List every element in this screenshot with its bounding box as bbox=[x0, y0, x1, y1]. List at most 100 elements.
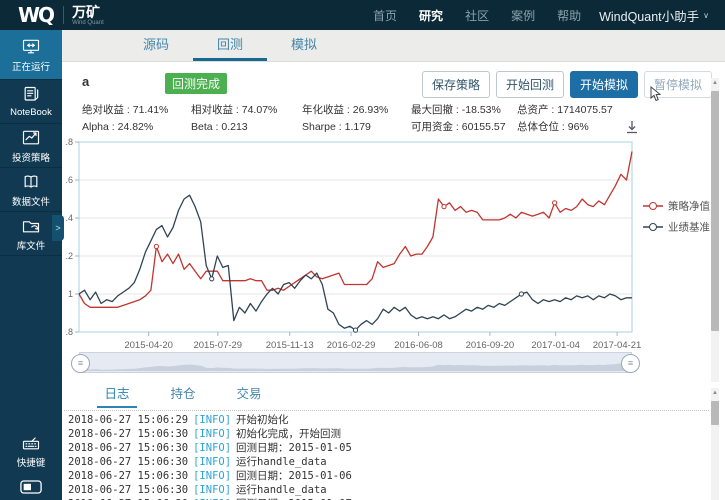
nav-item-研究[interactable]: 研究 bbox=[419, 7, 443, 24]
sidebar-item-label: 数据文件 bbox=[12, 194, 50, 208]
log-timestamp: 2018-06-27 15:06:30 bbox=[68, 456, 188, 468]
datazoom-brush[interactable]: ≡ ≡ bbox=[79, 352, 632, 373]
main-scroll-thumb[interactable] bbox=[711, 91, 719, 331]
stat-年化收益: 年化收益 : 26.93% bbox=[302, 102, 411, 119]
stats-row: Alpha : 24.82%Beta : 0.213Sharpe : 1.179… bbox=[82, 119, 697, 136]
assistant-label: WindQuant小助手 bbox=[599, 6, 699, 25]
log-timestamp: 2018-06-27 15:06:30 bbox=[68, 442, 188, 454]
bottom-tab-交易[interactable]: 交易 bbox=[229, 382, 269, 408]
scroll-up-icon[interactable]: ▲ bbox=[711, 388, 719, 398]
log-message: 回测日期：2015-01-05 bbox=[236, 442, 352, 454]
log-line: 2018-06-27 15:06:30[INFO]回测日期：2015-01-06 bbox=[68, 469, 708, 483]
sidebar: 正在运行NoteBook投资策略数据文件库文件 快捷键 bbox=[0, 30, 62, 500]
tab-回测[interactable]: 回测 bbox=[193, 30, 267, 61]
sidebar-collapse-handle[interactable]: > bbox=[52, 215, 64, 241]
暂停模拟-button: 暂停模拟 bbox=[644, 71, 712, 98]
topbar-nav: 首页 研究 社区 案例 帮助 bbox=[373, 7, 581, 24]
log-line: 2018-06-27 15:06:29 [INFO] 开始初始化 bbox=[68, 413, 708, 427]
svg-text:1: 1 bbox=[68, 289, 73, 299]
sidebar-item-快捷键[interactable]: 快捷键 bbox=[0, 429, 62, 472]
svg-text:1.8: 1.8 bbox=[65, 137, 73, 147]
legend-item-策略净值[interactable]: 策略净值 bbox=[643, 200, 710, 213]
stat-Alpha: Alpha : 24.82% bbox=[82, 119, 191, 136]
stat-相对收益: 相对收益 : 74.07% bbox=[191, 102, 302, 119]
logo-text: 万矿 Wind Quant bbox=[72, 5, 104, 26]
stat-Beta: Beta : 0.213 bbox=[191, 119, 302, 136]
开始回测-button[interactable]: 开始回测 bbox=[496, 71, 564, 98]
bottom-tabs: 日志持仓交易 bbox=[62, 382, 725, 408]
windquant-logo[interactable]: WQ bbox=[18, 3, 53, 27]
log-level-badge: [INFO] bbox=[193, 442, 231, 454]
strategy-name: a bbox=[82, 74, 89, 89]
sidebar-item-投资策略[interactable]: 投资策略 bbox=[0, 124, 62, 168]
toolbar-buttons: 保存策略开始回测开始模拟暂停模拟 bbox=[422, 71, 712, 98]
main-scrollbar[interactable]: ▲ bbox=[711, 78, 719, 382]
sidebar-item-label: 库文件 bbox=[17, 238, 46, 252]
保存策略-button[interactable]: 保存策略 bbox=[422, 71, 490, 98]
log-message: 初始化完成，开始回测 bbox=[236, 428, 341, 440]
sidebar-item-NoteBook[interactable]: NoteBook bbox=[0, 80, 62, 124]
svg-text:1.4: 1.4 bbox=[65, 213, 73, 223]
strategy-chart-icon bbox=[21, 128, 41, 148]
stats-grid: 绝对收益 : 71.41%相对收益 : 74.07%年化收益 : 26.93%最… bbox=[82, 102, 697, 136]
log-divider bbox=[64, 410, 709, 411]
log-message: 开始初始化 bbox=[236, 414, 289, 426]
log-level-badge: [INFO] bbox=[193, 484, 231, 496]
sidebar-item-正在运行[interactable]: 正在运行 bbox=[0, 30, 62, 80]
data-files-icon bbox=[21, 172, 41, 192]
stat-可用资金: 可用资金 : 60155.57 bbox=[411, 119, 517, 136]
stat-总体仓位: 总体仓位 : 96% bbox=[517, 119, 697, 136]
mini-screen-icon[interactable] bbox=[20, 480, 42, 494]
nav-item-案例[interactable]: 案例 bbox=[511, 7, 535, 24]
log-line: 2018-06-27 15:06:30 [INFO] 回测日期：2015-01-05 bbox=[68, 441, 708, 455]
log-level-badge: [INFO] bbox=[193, 428, 231, 440]
log-level-badge: [INFO] bbox=[193, 470, 231, 482]
log-list: 2018-06-27 15:06:29[INFO]开始初始化2018-06-27… bbox=[68, 413, 708, 500]
topbar: WQ 万矿 Wind Quant 首页 研究 社区 案例 帮助 WindQuant小助手… bbox=[0, 0, 725, 30]
bottom-tab-日志[interactable]: 日志 bbox=[97, 382, 137, 408]
log-message: 运行handle_data bbox=[236, 484, 327, 496]
notebook-icon bbox=[21, 85, 41, 105]
svg-text:2017-01-04: 2017-01-04 bbox=[531, 340, 580, 350]
log-level-badge: [INFO] bbox=[193, 414, 231, 426]
scroll-up-icon[interactable]: ▲ bbox=[711, 78, 719, 88]
log-line: 2018-06-27 15:06:30[INFO]初始化完成，开始回测 bbox=[68, 427, 708, 441]
logo-en-label: Wind Quant bbox=[72, 20, 104, 26]
log-message: 运行handle_data bbox=[236, 456, 327, 468]
svg-text:1.6: 1.6 bbox=[65, 175, 73, 185]
brush-handle-left[interactable]: ≡ bbox=[71, 354, 90, 373]
log-timestamp: 2018-06-27 15:06:29 bbox=[68, 414, 188, 426]
log-scrollbar[interactable]: ▲ bbox=[711, 388, 719, 500]
performance-chart: 0.811.21.41.61.82015-04-202015-07-292015… bbox=[65, 136, 713, 350]
brush-handle-right[interactable]: ≡ bbox=[621, 354, 640, 373]
nav-item-首页[interactable]: 首页 bbox=[373, 7, 397, 24]
nav-item-帮助[interactable]: 帮助 bbox=[557, 7, 581, 24]
开始模拟-button[interactable]: 开始模拟 bbox=[570, 71, 638, 98]
log-message: 回测日期：2015-01-06 bbox=[236, 470, 352, 482]
sidebar-item-数据文件[interactable]: 数据文件 bbox=[0, 168, 62, 212]
main-panel: 源码回测模拟 a 回测完成 保存策略开始回测开始模拟暂停模拟 绝对收益 : 71… bbox=[62, 30, 725, 500]
svg-text:2015-07-29: 2015-07-29 bbox=[193, 340, 242, 350]
svg-text:2016-09-20: 2016-09-20 bbox=[466, 340, 515, 350]
log-scroll-thumb[interactable] bbox=[711, 401, 719, 425]
library-files-icon bbox=[21, 216, 41, 236]
logo-cn-label: 万矿 bbox=[72, 5, 104, 19]
tab-源码[interactable]: 源码 bbox=[119, 30, 193, 61]
tab-模拟[interactable]: 模拟 bbox=[267, 30, 341, 61]
log-level-badge: [INFO] bbox=[193, 456, 231, 468]
nav-item-社区[interactable]: 社区 bbox=[465, 7, 489, 24]
status-badge: 回测完成 bbox=[165, 73, 227, 94]
log-timestamp: 2018-06-27 15:06:30 bbox=[68, 484, 188, 496]
bottom-tab-持仓[interactable]: 持仓 bbox=[163, 382, 203, 408]
stats-row: 绝对收益 : 71.41%相对收益 : 74.07%年化收益 : 26.93%最… bbox=[82, 102, 697, 119]
svg-text:2016-02-29: 2016-02-29 bbox=[327, 340, 376, 350]
svg-text:0.8: 0.8 bbox=[65, 327, 73, 337]
assistant-menu[interactable]: WindQuant小助手 ∨ bbox=[599, 6, 709, 25]
stat-绝对收益: 绝对收益 : 71.41% bbox=[82, 102, 191, 119]
stat-最大回撤: 最大回撤 : -18.53% bbox=[411, 102, 517, 119]
svg-text:策略净值: 策略净值 bbox=[668, 200, 710, 213]
keyboard-icon bbox=[21, 433, 41, 453]
running-monitor-icon bbox=[21, 37, 41, 57]
legend-item-业绩基准[interactable]: 业绩基准 bbox=[643, 221, 710, 234]
download-icon[interactable] bbox=[625, 120, 639, 134]
